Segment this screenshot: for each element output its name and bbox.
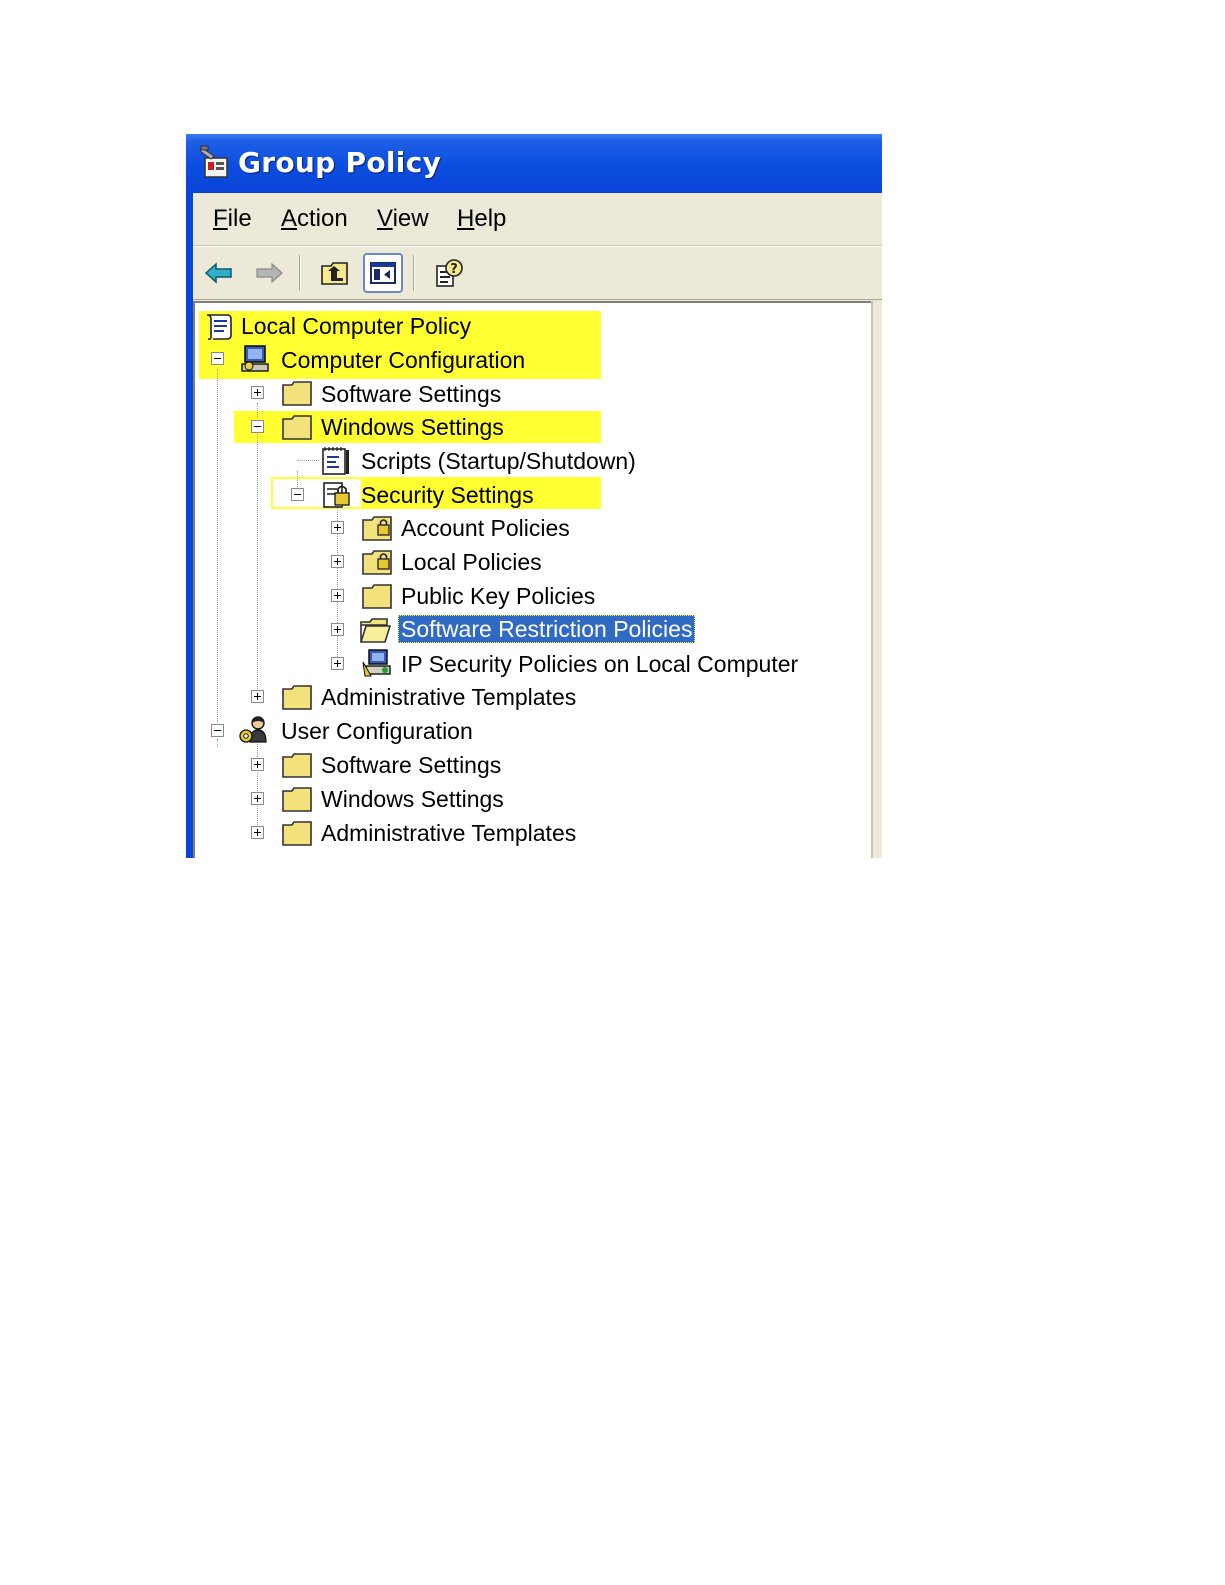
title-bar[interactable]: Group Policy xyxy=(186,134,882,193)
tree-node-label[interactable]: Scripts (Startup/Shutdown) xyxy=(361,447,636,475)
tree-node-label[interactable]: Administrative Templates xyxy=(321,683,576,711)
tree-node-label[interactable]: Local Computer Policy xyxy=(241,312,471,340)
computer-config-icon xyxy=(239,344,271,374)
help-button[interactable]: ? xyxy=(429,253,469,293)
tree-node-label[interactable]: Administrative Templates xyxy=(321,819,576,847)
expand-toggle[interactable] xyxy=(331,657,344,670)
menu-file[interactable]: File xyxy=(213,205,252,233)
tree-node-label[interactable]: Software Settings xyxy=(321,380,501,408)
open-folder-icon xyxy=(359,615,392,645)
tree-node-label[interactable]: Windows Settings xyxy=(321,413,504,441)
console-tree[interactable]: Local Computer Policy Computer Configura… xyxy=(193,301,873,858)
ip-security-icon xyxy=(361,648,393,678)
tree-node-label[interactable]: Windows Settings xyxy=(321,785,504,813)
tree-node-label[interactable]: IP Security Policies on Local Computer xyxy=(401,650,798,678)
window-body: File Action View Help ? Local Computer P… xyxy=(193,193,882,858)
toolbar: ? xyxy=(193,246,882,300)
svg-text:?: ? xyxy=(450,262,458,277)
folder-icon xyxy=(281,818,313,848)
expand-toggle[interactable] xyxy=(331,555,344,568)
show-hide-console-tree-icon xyxy=(370,262,396,284)
expand-toggle[interactable] xyxy=(251,758,264,771)
tree-connector xyxy=(217,369,218,729)
tree-connector xyxy=(297,460,319,461)
group-policy-icon xyxy=(198,144,232,180)
expand-toggle[interactable] xyxy=(331,589,344,602)
expand-toggle[interactable] xyxy=(251,792,264,805)
locked-folder-icon xyxy=(361,513,393,543)
policy-scroll-icon xyxy=(203,311,235,341)
tree-node-label[interactable]: Local Policies xyxy=(401,548,542,576)
tree-node-label[interactable]: User Configuration xyxy=(281,717,473,745)
back-button[interactable] xyxy=(199,253,239,293)
menu-view[interactable]: View xyxy=(377,205,429,233)
back-arrow-icon xyxy=(204,262,232,284)
collapse-toggle[interactable] xyxy=(211,352,224,365)
folder-icon xyxy=(281,750,313,780)
expand-toggle[interactable] xyxy=(331,623,344,636)
collapse-toggle[interactable] xyxy=(251,420,264,433)
menu-help[interactable]: Help xyxy=(457,205,506,233)
toolbar-separator xyxy=(413,255,415,291)
collapse-toggle[interactable] xyxy=(211,724,224,737)
security-settings-icon xyxy=(321,480,353,510)
collapse-toggle[interactable] xyxy=(291,488,304,501)
expand-toggle[interactable] xyxy=(331,521,344,534)
tree-node-label-selected[interactable]: Software Restriction Policies xyxy=(398,615,696,643)
tree-node-label[interactable]: Computer Configuration xyxy=(281,346,525,374)
tree-node-label[interactable]: Account Policies xyxy=(401,514,570,542)
tree-node-label[interactable]: Public Key Policies xyxy=(401,582,595,610)
menu-bar: File Action View Help xyxy=(193,193,882,246)
toolbar-separator xyxy=(299,255,301,291)
folder-icon xyxy=(281,378,313,408)
tree-node-label[interactable]: Security Settings xyxy=(361,481,534,509)
window-title: Group Policy xyxy=(238,146,442,179)
tree-connector xyxy=(257,403,258,697)
expand-toggle[interactable] xyxy=(251,386,264,399)
tree-connector xyxy=(257,741,258,835)
show-hide-console-tree-button[interactable] xyxy=(363,253,403,293)
up-one-level-icon xyxy=(321,262,348,285)
group-policy-window: Group Policy File Action View Help ? Loc… xyxy=(186,134,882,858)
forward-button[interactable] xyxy=(249,253,289,293)
folder-icon xyxy=(281,784,313,814)
forward-arrow-icon xyxy=(256,262,283,284)
tree-node-label[interactable]: Software Settings xyxy=(321,751,501,779)
expand-toggle[interactable] xyxy=(251,690,264,703)
folder-icon xyxy=(281,412,313,442)
folder-icon xyxy=(281,682,313,712)
expand-toggle[interactable] xyxy=(251,826,264,839)
help-icon: ? xyxy=(436,259,463,287)
scripts-icon xyxy=(319,446,351,476)
menu-action[interactable]: Action xyxy=(281,205,348,233)
folder-icon xyxy=(361,581,393,611)
user-config-icon xyxy=(237,714,269,744)
locked-folder-icon xyxy=(361,547,393,577)
scrollbar-edge[interactable] xyxy=(871,301,882,858)
up-one-level-button[interactable] xyxy=(315,253,355,293)
tree-connector xyxy=(217,739,218,747)
